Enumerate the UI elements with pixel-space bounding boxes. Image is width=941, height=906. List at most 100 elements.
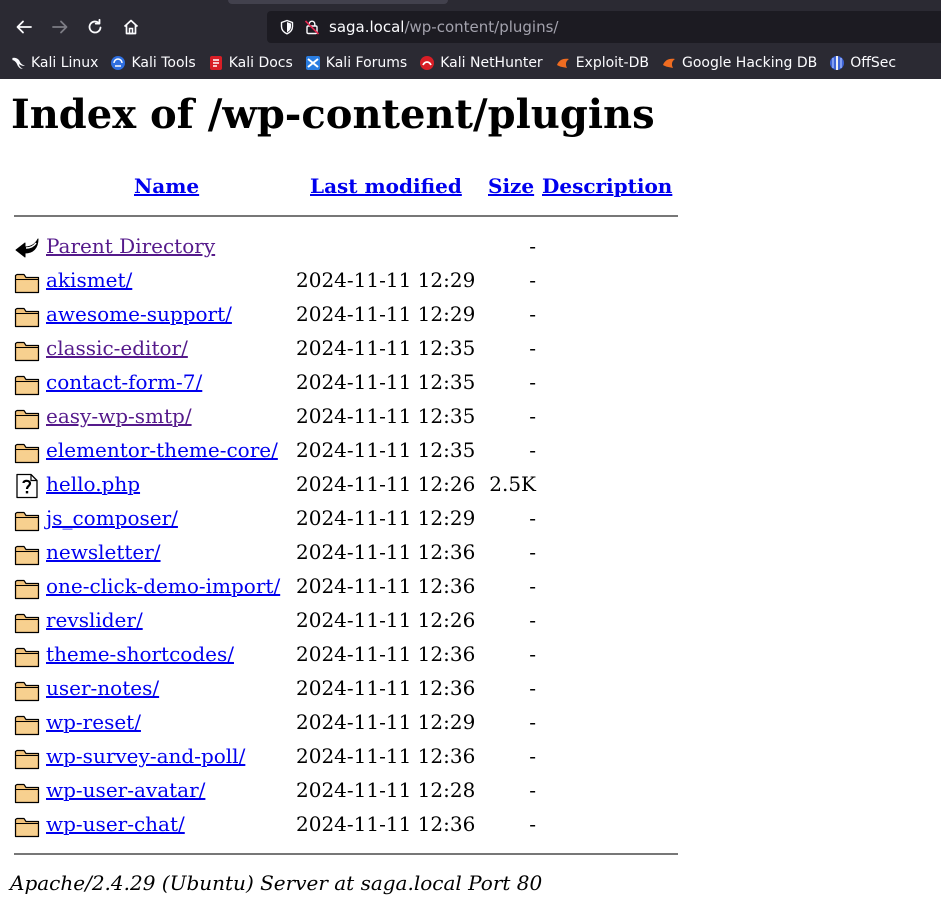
sort-by-description-link[interactable]: Description — [542, 174, 672, 198]
exploit-db-icon — [556, 58, 569, 68]
sort-by-size-link[interactable]: Size — [488, 174, 534, 198]
back-button[interactable] — [10, 13, 38, 41]
bookmark-kali-linux[interactable]: Kali Linux — [10, 52, 98, 74]
bookmark-label: Kali Linux — [31, 55, 99, 71]
bookmark-kali-forums[interactable]: Kali Forums — [305, 52, 407, 74]
sort-by-name-link[interactable]: Name — [134, 174, 199, 198]
folder-icon — [14, 307, 40, 328]
bookmark-google-hacking-db[interactable]: Google Hacking DB — [661, 52, 817, 74]
parent-directory-link[interactable]: Parent Directory — [46, 234, 215, 258]
entry-modified: 2024-11-11 12:28 — [296, 778, 476, 802]
active-tab-edge[interactable] — [228, 0, 448, 4]
bookmarks-toolbar: Kali Linux Kali Tools Kali Docs Kali For… — [0, 52, 896, 74]
bookmark-kali-docs[interactable]: Kali Docs — [208, 52, 293, 74]
tracking-shield-icon[interactable] — [279, 19, 295, 35]
entry-modified: 2024-11-11 12:35 — [296, 370, 476, 394]
folder-icon — [14, 783, 40, 804]
bookmark-kali-nethunter[interactable]: Kali NetHunter — [419, 52, 543, 74]
listing-row: one-click-demo-import/2024-11-11 12:36 - — [0, 571, 700, 605]
entry-modified: 2024-11-11 12:36 — [296, 642, 476, 666]
forward-button[interactable] — [46, 13, 74, 41]
entry-link[interactable]: awesome-support/ — [46, 302, 232, 326]
entry-link[interactable]: contact-form-7/ — [46, 370, 202, 394]
folder-icon — [14, 817, 40, 838]
folder-icon — [14, 443, 40, 464]
kali-tools-icon — [111, 56, 126, 70]
entry-link[interactable]: akismet/ — [46, 268, 132, 292]
entry-link[interactable]: easy-wp-smtp/ — [46, 404, 192, 428]
entry-size: 2.5K — [489, 472, 536, 496]
entry-link[interactable]: user-notes/ — [46, 676, 159, 700]
listing-row: wp-user-chat/2024-11-11 12:36 - — [0, 809, 700, 843]
url-text[interactable]: saga.local/wp-content/plugins/ — [329, 18, 558, 36]
entry-size: - — [529, 234, 536, 258]
google-hacking-db-icon — [662, 58, 675, 68]
bookmark-exploit-db[interactable]: Exploit-DB — [555, 52, 649, 74]
entry-size: - — [529, 302, 536, 326]
folder-icon — [14, 579, 40, 600]
entry-size: - — [529, 404, 536, 428]
folder-icon — [14, 511, 40, 532]
entry-link[interactable]: wp-reset/ — [46, 710, 141, 734]
entry-size: - — [529, 608, 536, 632]
listing-row: js_composer/2024-11-11 12:29 - — [0, 503, 700, 537]
entry-modified: 2024-11-11 12:29 — [296, 506, 476, 530]
entry-modified: 2024-11-11 12:29 — [296, 302, 476, 326]
bookmark-label: OffSec — [850, 55, 897, 71]
entry-modified: 2024-11-11 12:35 — [296, 438, 476, 462]
bookmark-label: Exploit-DB — [575, 55, 649, 71]
page-title: Index of /wp-content/plugins — [11, 91, 655, 138]
listing-row: theme-shortcodes/2024-11-11 12:36 - — [0, 639, 700, 673]
listing-row: akismet/2024-11-11 12:29 - — [0, 265, 700, 299]
kali-nethunter-icon — [420, 56, 435, 70]
bookmark-label: Kali Forums — [325, 55, 408, 71]
header-divider — [14, 215, 678, 217]
bookmark-label: Google Hacking DB — [681, 55, 818, 71]
bookmark-offsec[interactable]: OffSec — [829, 52, 896, 74]
entry-link[interactable]: newsletter/ — [46, 540, 161, 564]
entry-modified: 2024-11-11 12:36 — [296, 676, 476, 700]
listing-row: newsletter/2024-11-11 12:36 - — [0, 537, 700, 571]
folder-icon — [14, 375, 40, 396]
url-path: /wp-content/plugins/ — [404, 18, 559, 36]
folder-icon — [14, 545, 40, 566]
offsec-icon — [830, 56, 845, 70]
entry-modified: 2024-11-11 12:29 — [296, 710, 476, 734]
insecure-lock-icon[interactable] — [304, 19, 320, 35]
entry-link[interactable]: wp-survey-and-poll/ — [46, 744, 245, 768]
entry-modified: 2024-11-11 12:29 — [296, 268, 476, 292]
entry-link[interactable]: classic-editor/ — [46, 336, 188, 360]
listing-row: awesome-support/2024-11-11 12:29 - — [0, 299, 700, 333]
bookmark-label: Kali Tools — [131, 55, 196, 71]
home-button[interactable] — [117, 13, 145, 41]
bookmark-label: Kali Docs — [228, 55, 293, 71]
entry-link[interactable]: theme-shortcodes/ — [46, 642, 234, 666]
entry-modified: 2024-11-11 12:36 — [296, 540, 476, 564]
entry-size: - — [529, 778, 536, 802]
arrow-left-icon — [16, 20, 32, 34]
reload-button[interactable] — [81, 13, 109, 41]
kali-forums-icon — [305, 56, 320, 70]
entry-size: - — [529, 268, 536, 292]
listing-row: hello.php 2024-11-11 12:26 2.5K — [0, 469, 700, 503]
sort-by-modified-link[interactable]: Last modified — [310, 174, 462, 198]
entry-link[interactable]: one-click-demo-import/ — [46, 574, 280, 598]
address-bar[interactable]: saga.local/wp-content/plugins/ — [267, 11, 941, 43]
entry-link[interactable]: wp-user-chat/ — [46, 812, 185, 836]
entry-link[interactable]: wp-user-avatar/ — [46, 778, 205, 802]
entry-link[interactable]: js_composer/ — [46, 506, 178, 530]
entry-modified: 2024-11-11 12:36 — [296, 812, 476, 836]
home-icon — [123, 19, 139, 35]
entry-size: - — [529, 370, 536, 394]
entry-size: - — [529, 710, 536, 734]
back-arrow-icon — [15, 238, 39, 258]
server-signature: Apache/2.4.29 (Ubuntu) Server at saga.lo… — [10, 871, 543, 895]
entry-link[interactable]: hello.php — [46, 472, 140, 496]
entry-size: - — [529, 676, 536, 700]
bookmark-kali-tools[interactable]: Kali Tools — [110, 52, 196, 74]
listing-row: elementor-theme-core/2024-11-11 12:35 - — [0, 435, 700, 469]
entry-link[interactable]: elementor-theme-core/ — [46, 438, 278, 462]
entry-size: - — [529, 574, 536, 598]
entry-size: - — [529, 336, 536, 360]
entry-link[interactable]: revslider/ — [46, 608, 143, 632]
